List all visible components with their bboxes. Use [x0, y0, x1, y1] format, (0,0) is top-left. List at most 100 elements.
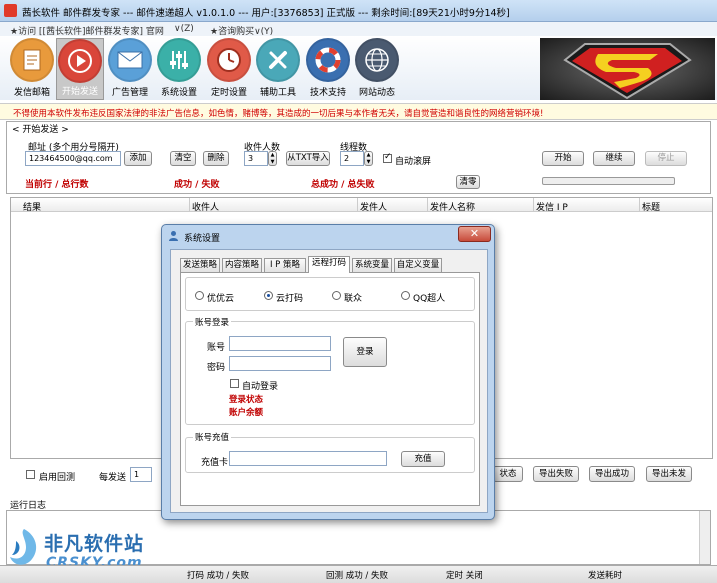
superman-logo-icon: [563, 43, 692, 100]
timer-status: 定时 关闭: [446, 571, 483, 581]
auto-login-label: 自动登录: [242, 382, 279, 392]
globe-icon: [355, 38, 399, 82]
window-title: 茜长软件 邮件群发专家 --- 邮件速递超人 v1.0.1.0 --- 用户:[…: [22, 8, 510, 19]
login-button[interactable]: 登录: [343, 337, 387, 367]
tab-system-variables[interactable]: 系统变量: [352, 258, 392, 272]
add-button[interactable]: 添加: [124, 151, 152, 166]
enable-reply-checkbox[interactable]: [26, 470, 35, 479]
captcha-status: 打码 成功 / 失败: [187, 571, 249, 581]
toolbar-label: 网站动态: [358, 88, 395, 98]
export-success-button[interactable]: 导出成功: [589, 466, 635, 482]
status-bar: 打码 成功 / 失败 回测 成功 / 失败 定时 关闭 发送耗时: [0, 565, 717, 583]
recipients-count-input[interactable]: 3: [244, 151, 268, 166]
autoscroll-checkbox[interactable]: [383, 152, 392, 163]
provider-radio-lianzhong[interactable]: [332, 291, 341, 300]
success-fail-label: 成功 / 失败: [174, 180, 220, 190]
provider-label: 优优云: [207, 294, 235, 304]
export-failed-button[interactable]: 导出失败: [533, 466, 579, 482]
recharge-button[interactable]: 充值: [401, 451, 445, 467]
account-balance-label: 账户余额: [229, 408, 264, 418]
link-bar: ★访问 [[茜长软件]邮件群发专家] 官网 ∨(Z) ★咨询购买∨(Y): [0, 22, 717, 37]
column-subject[interactable]: 标题: [642, 200, 660, 213]
clock-icon: [207, 38, 251, 82]
account-input[interactable]: [229, 336, 331, 351]
dialog-title: 系统设置: [184, 234, 221, 244]
user-settings-icon: [169, 231, 178, 241]
system-settings-dialog: 系统设置 ✕ 发送策略 内容策略 I P 策略 远程打码 系统变量 自定义变量 …: [161, 224, 495, 520]
provider-label: QQ超人: [413, 294, 446, 304]
column-sender-ip[interactable]: 发信 I P: [536, 200, 568, 213]
watermark-cn-text: 非凡软件站: [44, 533, 145, 555]
thread-spinner-button[interactable]: ▲ ▼: [364, 151, 373, 166]
delete-button[interactable]: 删除: [203, 151, 229, 166]
email-input[interactable]: 123464500@qq.com: [25, 151, 121, 166]
recipients-spinner-button[interactable]: ▲ ▼: [268, 151, 277, 166]
toolbar-start-send-button[interactable]: 开始发送: [56, 38, 104, 100]
legal-warning-text: 不得使用本软件发布违反国家法律的非法广告信息，如色情，赌博等，其造成的一切后果与…: [13, 109, 544, 119]
send-section-label: < 开始发送 >: [12, 125, 69, 135]
column-recipient[interactable]: 收件人: [192, 200, 219, 213]
toolbar-system-settings-button[interactable]: 系统设置: [155, 38, 203, 100]
reset-counter-button[interactable]: 清零: [456, 175, 480, 189]
clear-button[interactable]: 清空: [170, 151, 196, 166]
toolbar-aux-tools-button[interactable]: 辅助工具: [254, 38, 302, 100]
password-input[interactable]: [229, 356, 331, 371]
auto-login-checkbox[interactable]: [230, 379, 239, 388]
account-login-group-label: 账号登录: [193, 316, 232, 328]
reply-status: 回测 成功 / 失败: [326, 571, 388, 581]
status-button[interactable]: 状态: [493, 466, 523, 482]
legal-warning-bar: 不得使用本软件发布违反国家法律的非法广告信息，如色情，赌博等，其造成的一切后果与…: [0, 103, 717, 120]
provider-radio-youyouyun[interactable]: [195, 291, 204, 300]
password-label: 密码: [207, 363, 226, 373]
thread-count-input[interactable]: 2: [340, 151, 364, 166]
recharge-card-label: 充值卡: [201, 458, 229, 468]
provider-radio-qqchaoren[interactable]: [401, 291, 410, 300]
start-button[interactable]: 开始: [542, 151, 584, 166]
column-sender-name[interactable]: 发件人名称: [430, 200, 475, 213]
toolbar-site-news-button[interactable]: 网站动态: [353, 38, 401, 100]
per-send-input[interactable]: 1: [130, 467, 152, 482]
tab-remote-captcha[interactable]: 远程打码: [308, 256, 350, 273]
tab-content-strategy[interactable]: 内容策略: [222, 258, 262, 272]
provider-label: 云打码: [276, 294, 304, 304]
wrench-icon: [256, 38, 300, 82]
autoscroll-label: 自动滚屏: [395, 157, 432, 167]
stop-button[interactable]: 停止: [645, 151, 687, 166]
per-send-label: 每发送: [99, 473, 127, 483]
tab-ip-strategy[interactable]: I P 策略: [264, 258, 306, 272]
table-header: 结果 收件人 发件人 发件人名称 发信 I P 标题: [11, 198, 712, 213]
export-unsent-button[interactable]: 导出未发: [646, 466, 692, 482]
remote-captcha-panel: 优优云 云打码 联众 QQ超人 账号登录 账号 密码 登录 自动登录 登录状态 …: [180, 272, 480, 506]
lifebuoy-icon: [306, 38, 350, 82]
account-label: 账号: [207, 343, 226, 353]
enable-reply-label: 启用回测: [39, 473, 76, 483]
title-bar: 茜长软件 邮件群发专家 --- 邮件速递超人 v1.0.1.0 --- 用户:[…: [0, 0, 717, 22]
app-icon: [4, 4, 17, 17]
login-status-label: 登录状态: [229, 395, 264, 405]
column-result[interactable]: 结果: [23, 200, 41, 213]
sliders-icon: [157, 38, 201, 82]
superman-banner: [540, 38, 715, 100]
dialog-close-button[interactable]: ✕: [458, 226, 491, 242]
dialog-body: 发送策略 内容策略 I P 策略 远程打码 系统变量 自定义变量 优优云 云打码…: [170, 249, 488, 513]
total-success-fail-label: 总成功 / 总失败: [311, 180, 375, 190]
continue-button[interactable]: 继续: [593, 151, 635, 166]
toolbar-sender-mailbox-button[interactable]: 发信邮箱: [8, 38, 56, 100]
provider-label: 联众: [344, 294, 363, 304]
toolbar-ad-management-button[interactable]: 广告管理: [106, 38, 154, 100]
provider-radio-yundama[interactable]: [264, 291, 273, 300]
envelope-icon: [108, 38, 152, 82]
document-icon: [10, 38, 54, 82]
recharge-card-input[interactable]: [229, 451, 387, 466]
send-progress-bar: [542, 177, 675, 185]
tab-custom-variables[interactable]: 自定义变量: [394, 258, 442, 272]
column-sender[interactable]: 发件人: [360, 200, 387, 213]
tab-send-strategy[interactable]: 发送策略: [180, 258, 220, 272]
toolbar-timer-settings-button[interactable]: 定时设置: [205, 38, 253, 100]
current-total-label: 当前行 / 总行数: [25, 180, 89, 190]
toolbar-tech-support-button[interactable]: 技术支持: [304, 38, 352, 100]
log-scrollbar[interactable]: [699, 511, 710, 564]
import-txt-button[interactable]: 从TXT导入: [286, 151, 330, 166]
account-recharge-group-label: 账号充值: [193, 431, 232, 443]
visit-site-suffix[interactable]: ∨(Z): [174, 24, 194, 34]
